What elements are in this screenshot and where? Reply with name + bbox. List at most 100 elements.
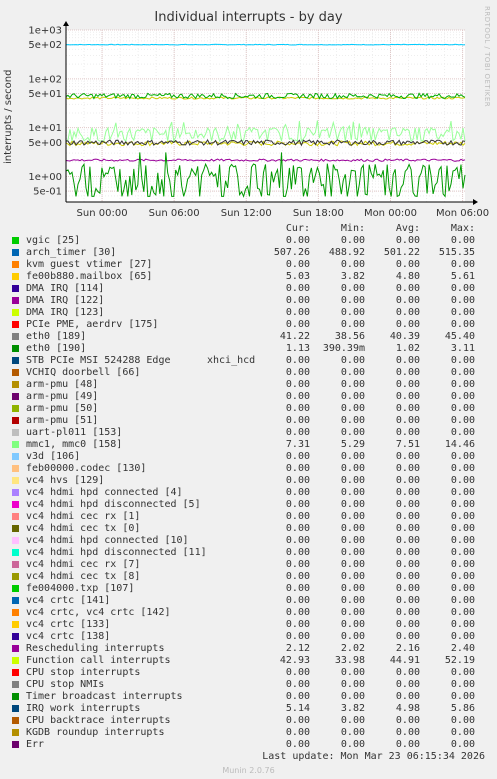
legend-min-value: 0.00 [340, 475, 365, 486]
legend-label: DMA IRQ [123] [26, 307, 105, 318]
legend-row: eth0 [190] 1.13 390.39m 1.02 3.11 [12, 343, 487, 355]
legend-min-value: 0.00 [340, 307, 365, 318]
legend-cur-value: 0.00 [285, 475, 310, 486]
legend-max-value: 5.61 [450, 271, 475, 282]
legend-min-value: 0.00 [340, 487, 365, 498]
legend-label: feb00000.codec [130] [26, 463, 147, 474]
legend-cur-value: 0.00 [285, 595, 310, 606]
legend-label: fe004000.txp [107] [26, 583, 135, 594]
legend-min-value: 0.00 [340, 259, 365, 270]
legend-label: DMA IRQ [114] [26, 283, 105, 294]
y-tick-label: 1e+03 [28, 26, 62, 37]
legend-swatch [12, 729, 19, 736]
legend-row: fe00b880.mailbox [65] 5.03 3.82 4.80 5.61 [12, 271, 487, 283]
y-tick-label: 5e+01 [28, 89, 62, 100]
legend-label: VCHIQ doorbell [66] [26, 367, 141, 378]
legend-max-value: 0.00 [450, 451, 475, 462]
legend-cur-value: 0.00 [285, 367, 310, 378]
legend-label: vc4 hdmi hpd connected [10] [26, 535, 189, 546]
legend-avg-value: 0.00 [395, 415, 420, 426]
legend-min-value: 0.00 [340, 571, 365, 582]
legend-swatch [12, 693, 19, 700]
legend-avg-value: 0.00 [395, 547, 420, 558]
legend-avg-value: 0.00 [395, 283, 420, 294]
y-tick-label: 1e+01 [28, 123, 62, 134]
legend-avg-value: 0.00 [395, 559, 420, 570]
legend-min-value: 0.00 [340, 355, 365, 366]
legend-label: vc4 hdmi hpd disconnected [11] [26, 547, 207, 558]
legend-label: vc4 crtc [138] [26, 631, 111, 642]
legend-row: arm-pmu [51] 0.00 0.00 0.00 0.00 [12, 415, 487, 427]
legend-max-value: 0.00 [450, 523, 475, 534]
legend-min-value: 3.82 [340, 703, 365, 714]
legend-row: DMA IRQ [122] 0.00 0.00 0.00 0.00 [12, 295, 487, 307]
legend-label: Rescheduling interrupts [26, 643, 165, 654]
legend-min-value: 0.00 [340, 283, 365, 294]
legend-avg-value: 0.00 [395, 487, 420, 498]
legend-row: arm-pmu [48] 0.00 0.00 0.00 0.00 [12, 379, 487, 391]
legend-swatch [12, 657, 19, 664]
legend-swatch [12, 585, 19, 592]
x-tick-label: Sun 12:00 [221, 208, 272, 219]
legend-min-value: 0.00 [340, 619, 365, 630]
legend-row: v3d [106] 0.00 0.00 0.00 0.00 [12, 451, 487, 463]
legend-swatch [12, 369, 19, 376]
legend-swatch [12, 297, 19, 304]
legend-label: mmc1, mmc0 [158] [26, 439, 123, 450]
legend-cur-value: 0.00 [285, 487, 310, 498]
legend-label: STB PCIe MSI 524288 Edge [26, 355, 171, 366]
legend-label: vc4 hdmi hpd disconnected [5] [26, 499, 201, 510]
legend-cur-value: 0.00 [285, 235, 310, 246]
legend-avg-value: 0.00 [395, 595, 420, 606]
legend-row: arch_timer [30] 507.26 488.92 501.22 515.35 [12, 247, 487, 259]
legend-max-value: 0.00 [450, 235, 475, 246]
legend-cur-value: 0.00 [285, 607, 310, 618]
legend-label: v3d [106] [26, 451, 81, 462]
legend-label: vc4 hdmi cec tx [0] [26, 523, 141, 534]
legend-min-value: 0.00 [340, 679, 365, 690]
legend-row: eth0 [189] 41.22 38.56 40.39 45.40 [12, 331, 487, 343]
legend-swatch [12, 393, 19, 400]
legend-swatch [12, 501, 19, 508]
legend-max-value: 0.00 [450, 487, 475, 498]
legend-swatch [12, 489, 19, 496]
legend-swatch [12, 309, 19, 316]
legend-swatch [12, 273, 19, 280]
legend-cur-value: 0.00 [285, 667, 310, 678]
legend-avg-value: 0.00 [395, 667, 420, 678]
legend-avg-value: 0.00 [395, 535, 420, 546]
legend-row: CPU backtrace interrupts 0.00 0.00 0.00 0.00 [12, 715, 487, 727]
legend-cur-value: 0.00 [285, 295, 310, 306]
legend-min-value: 0.00 [340, 511, 365, 522]
legend-cur-value: 0.00 [285, 559, 310, 570]
legend-label: kvm guest vtimer [27] [26, 259, 153, 270]
legend-swatch [12, 237, 19, 244]
legend-max-value: 0.00 [450, 307, 475, 318]
legend-cur-value: 0.00 [285, 427, 310, 438]
legend-min-value: 0.00 [340, 631, 365, 642]
legend-max-value: 52.19 [444, 655, 475, 666]
legend-avg-value: 0.00 [395, 631, 420, 642]
legend-cur-value: 0.00 [285, 727, 310, 738]
legend-min-value: 390.39m [322, 343, 365, 354]
legend-avg-value: 0.00 [395, 679, 420, 690]
legend-swatch [12, 381, 19, 388]
legend-max-value: 0.00 [450, 607, 475, 618]
legend-max-value: 0.00 [450, 463, 475, 474]
legend-min-value: 0.00 [340, 547, 365, 558]
legend-avg-value: 0.00 [395, 379, 420, 390]
legend-min-value: 0.00 [340, 391, 365, 402]
legend-label: Function call interrupts [26, 655, 171, 666]
legend-max-value: 0.00 [450, 415, 475, 426]
legend-row: vc4 hdmi cec rx [7] 0.00 0.00 0.00 0.00 [12, 559, 487, 571]
legend-min-value: 0.00 [340, 595, 365, 606]
legend-min-value: 2.02 [340, 643, 365, 654]
legend-swatch [12, 741, 19, 748]
legend-max-value: 0.00 [450, 367, 475, 378]
legend-avg-value: 501.22 [383, 247, 420, 258]
legend-max-value: 0.00 [450, 559, 475, 570]
legend-max-value: 5.86 [450, 703, 475, 714]
legend-avg-value: 0.00 [395, 451, 420, 462]
legend-row: vc4 hvs [129] 0.00 0.00 0.00 0.00 [12, 475, 487, 487]
legend-max-value: 0.00 [450, 691, 475, 702]
